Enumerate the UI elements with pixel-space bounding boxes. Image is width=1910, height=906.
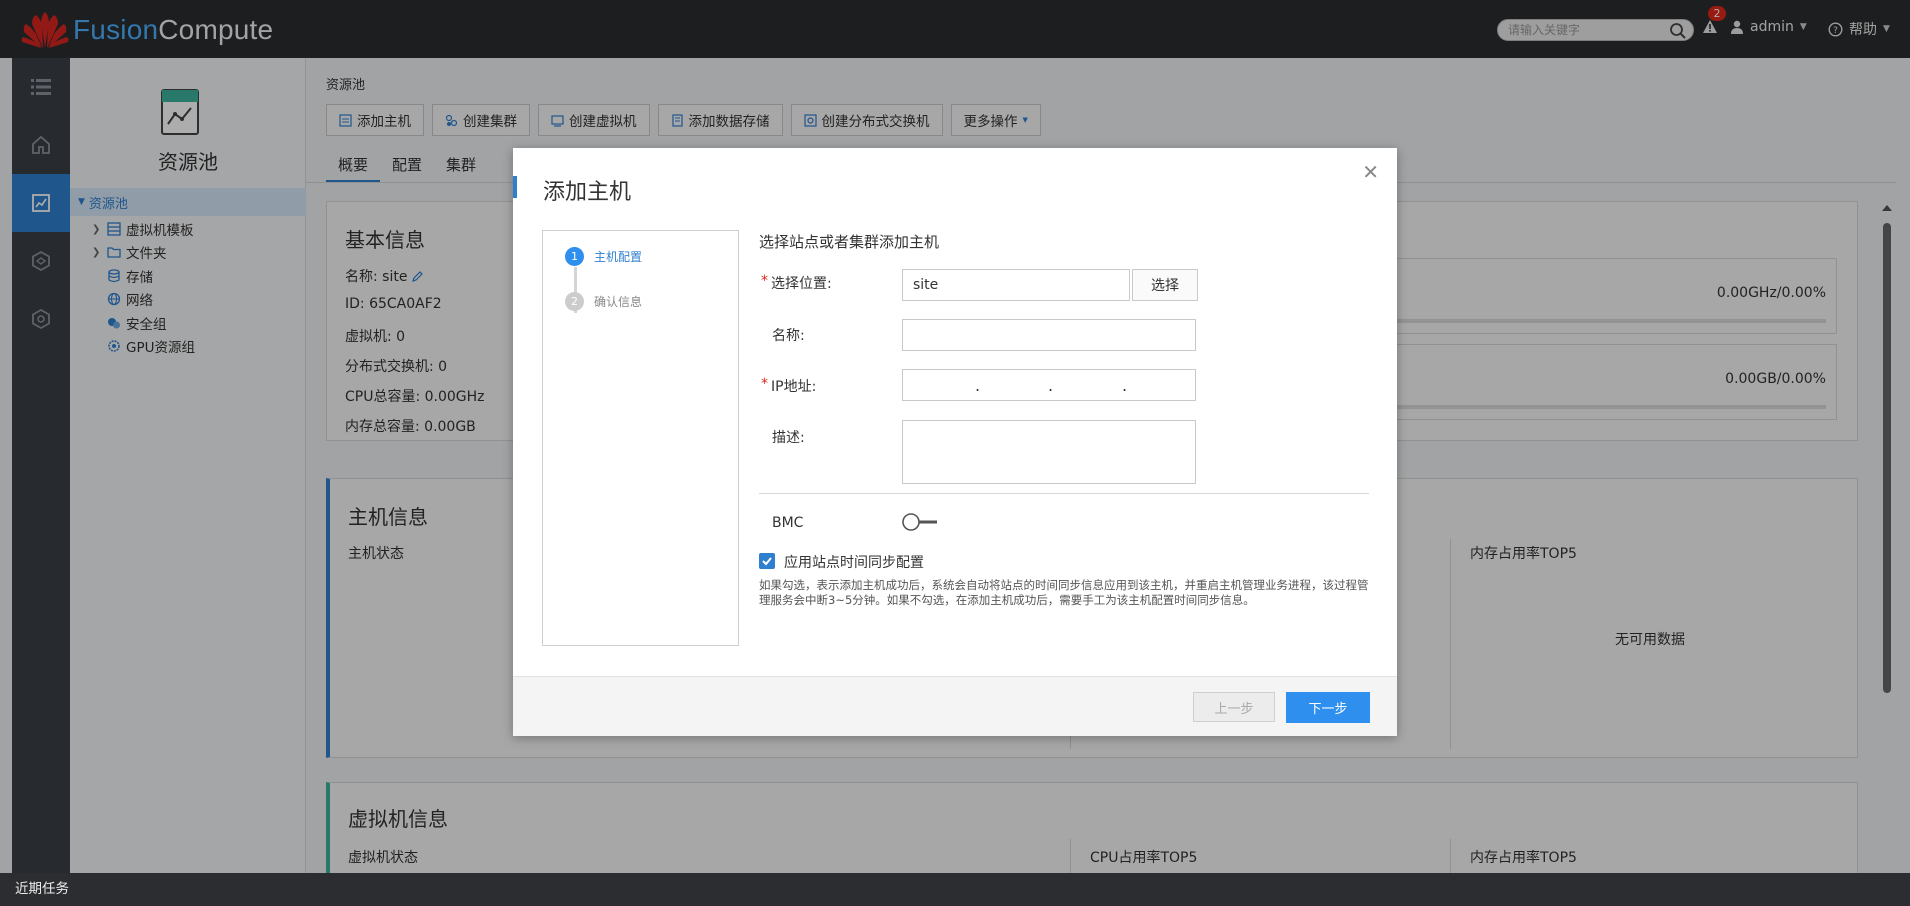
ip-label: * IP地址: — [761, 376, 816, 396]
time-sync-note: 如果勾选，表示添加主机成功后，系统会自动将站点的时间同步信息应用到该主机，并重启… — [759, 578, 1369, 607]
wizard-steps: 1 主机配置 2 确认信息 — [542, 230, 739, 646]
form-divider — [759, 493, 1369, 494]
step-confirm: 2 确认信息 — [565, 292, 642, 311]
step-label: 主机配置 — [594, 250, 643, 264]
name-input[interactable] — [902, 319, 1196, 351]
location-label: * 选择位置: — [761, 273, 832, 293]
add-host-dialog: 添加主机 ✕ 1 主机配置 2 确认信息 选择站点或者集群添加主机 * 选择位置:… — [513, 148, 1397, 736]
close-icon[interactable]: ✕ — [1362, 160, 1379, 184]
ip-label-text: IP地址: — [771, 379, 817, 395]
location-label-text: 选择位置: — [771, 276, 832, 292]
step-number: 2 — [565, 292, 584, 311]
time-sync-checkbox[interactable] — [759, 553, 775, 569]
recent-tasks-bar[interactable]: 近期任务 — [0, 873, 1910, 906]
next-step-button[interactable]: 下一步 — [1286, 692, 1370, 723]
description-label: 描述: — [772, 430, 805, 446]
required-mark: * — [761, 273, 768, 289]
step-host-config: 1 主机配置 — [565, 247, 642, 266]
form-heading: 选择站点或者集群添加主机 — [759, 233, 940, 251]
prev-step-button[interactable]: 上一步 — [1193, 692, 1275, 722]
select-location-button[interactable]: 选择 — [1132, 269, 1198, 301]
title-accent-bar — [513, 176, 517, 198]
time-sync-label[interactable]: 应用站点时间同步配置 — [784, 552, 924, 572]
step-number: 1 — [565, 247, 584, 266]
required-mark: * — [761, 376, 768, 392]
bmc-label: BMC — [772, 515, 804, 531]
location-input[interactable]: site — [902, 269, 1130, 301]
dialog-footer: 上一步 下一步 — [513, 676, 1397, 736]
description-textarea[interactable] — [902, 420, 1196, 484]
bmc-toggle[interactable] — [901, 512, 939, 532]
name-label: 名称: — [772, 328, 805, 344]
dialog-title: 添加主机 — [543, 180, 632, 205]
step-label: 确认信息 — [594, 295, 643, 309]
ip-address-input[interactable]: . . . — [902, 369, 1196, 401]
